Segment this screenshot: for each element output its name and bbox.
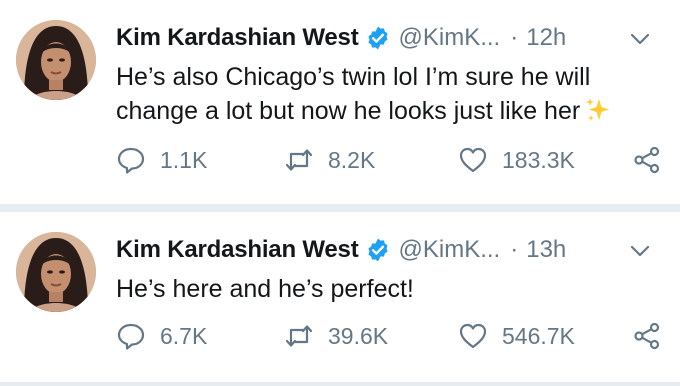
display-name[interactable]: Kim Kardashian West <box>116 236 359 264</box>
tweet-actions: 1.1K 8.2K 183.3K <box>116 144 666 176</box>
avatar[interactable] <box>16 20 96 100</box>
retweet-icon <box>284 321 314 351</box>
tweet[interactable]: Kim Kardashian West @KimK... · 13h He’s … <box>0 212 680 386</box>
avatar[interactable] <box>16 232 96 312</box>
retweet-count: 8.2K <box>328 146 376 173</box>
verified-badge-icon <box>365 237 391 263</box>
retweet-count: 39.6K <box>328 322 389 349</box>
share-icon <box>632 321 662 351</box>
timestamp[interactable]: 13h <box>526 236 566 264</box>
tweet[interactable]: Kim Kardashian West @KimK... · 12h He’s … <box>0 0 680 204</box>
reply-icon <box>116 321 146 351</box>
chevron-down-icon[interactable] <box>628 242 652 260</box>
verified-badge-icon <box>365 25 391 51</box>
reply-count: 6.7K <box>160 322 208 349</box>
separator-dot: · <box>510 236 519 263</box>
like-button[interactable]: 546.7K <box>458 320 575 352</box>
tweet-actions: 6.7K 39.6K 546.7K <box>116 320 666 352</box>
retweet-button[interactable]: 39.6K <box>284 320 388 352</box>
tweet-header: Kim Kardashian West @KimK... · 12h <box>116 20 666 56</box>
like-count: 546.7K <box>502 322 575 349</box>
tweet-text: He’s here and he’s perfect! <box>116 272 656 306</box>
like-count: 183.3K <box>502 146 575 173</box>
like-heart-icon <box>458 145 488 175</box>
tweet-header: Kim Kardashian West @KimK... · 13h <box>116 232 666 268</box>
tweet-text-content: He’s also Chicago’s twin lol I’m sure he… <box>116 63 591 125</box>
share-icon <box>632 145 662 175</box>
tweet-text: He’s also Chicago’s twin lol I’m sure he… <box>116 60 656 133</box>
reply-count: 1.1K <box>160 146 208 173</box>
chevron-down-icon[interactable] <box>628 30 652 48</box>
like-button[interactable]: 183.3K <box>458 144 575 176</box>
tweet-divider <box>0 382 680 386</box>
reply-icon <box>116 145 146 175</box>
share-button[interactable] <box>632 144 662 176</box>
retweet-button[interactable]: 8.2K <box>284 144 375 176</box>
user-handle[interactable]: @KimK... <box>399 236 501 264</box>
user-handle[interactable]: @KimK... <box>399 24 501 52</box>
retweet-icon <box>284 145 314 175</box>
separator-dot: · <box>510 24 519 51</box>
share-button[interactable] <box>632 320 662 352</box>
tweet-text-content: He’s here and he’s perfect! <box>116 275 414 303</box>
display-name[interactable]: Kim Kardashian West <box>116 24 359 52</box>
reply-button[interactable]: 6.7K <box>116 320 207 352</box>
sparkles-icon <box>584 96 612 133</box>
reply-button[interactable]: 1.1K <box>116 144 207 176</box>
timestamp[interactable]: 12h <box>526 24 566 52</box>
like-heart-icon <box>458 321 488 351</box>
tweet-divider <box>0 204 680 212</box>
